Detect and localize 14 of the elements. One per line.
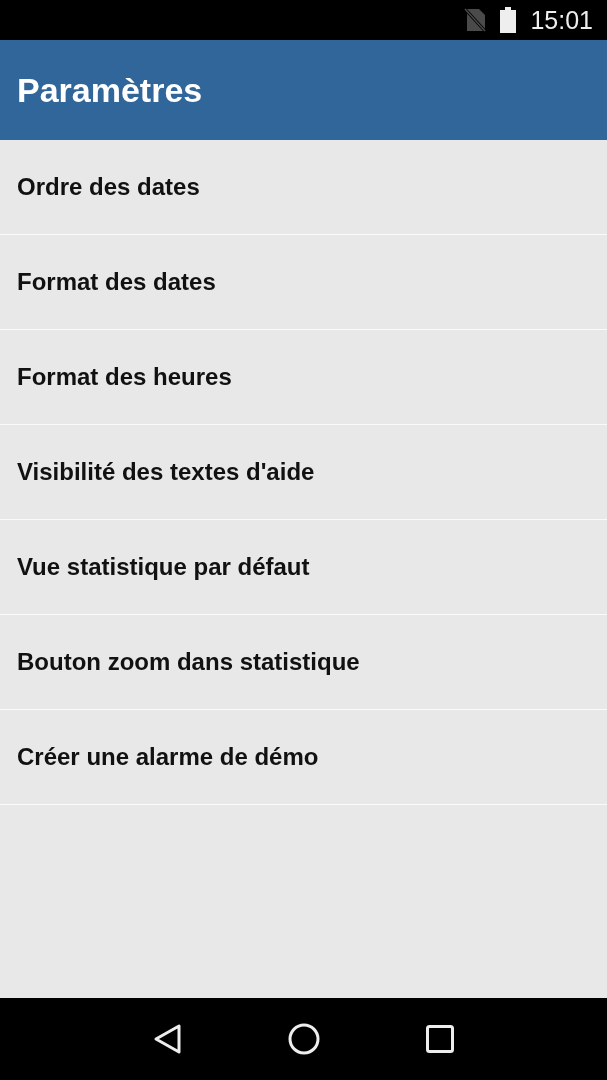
battery-icon — [500, 7, 517, 33]
settings-item[interactable]: Ordre des dates — [0, 140, 607, 235]
settings-item[interactable]: Visibilité des textes d'aide — [0, 425, 607, 520]
back-icon[interactable] — [152, 1023, 183, 1055]
settings-item[interactable]: Bouton zoom dans statistique — [0, 615, 607, 710]
home-icon[interactable] — [288, 1023, 321, 1055]
settings-item[interactable]: Créer une alarme de démo — [0, 710, 607, 805]
status-time: 15:01 — [530, 5, 593, 35]
settings-item[interactable]: Format des heures — [0, 330, 607, 425]
no-sim-icon — [464, 8, 487, 32]
screen-title: Paramètres — [17, 70, 203, 110]
settings-item[interactable]: Vue statistique par défaut — [0, 520, 607, 615]
recents-icon[interactable] — [426, 1025, 455, 1053]
settings-item[interactable]: Format des dates — [0, 235, 607, 330]
